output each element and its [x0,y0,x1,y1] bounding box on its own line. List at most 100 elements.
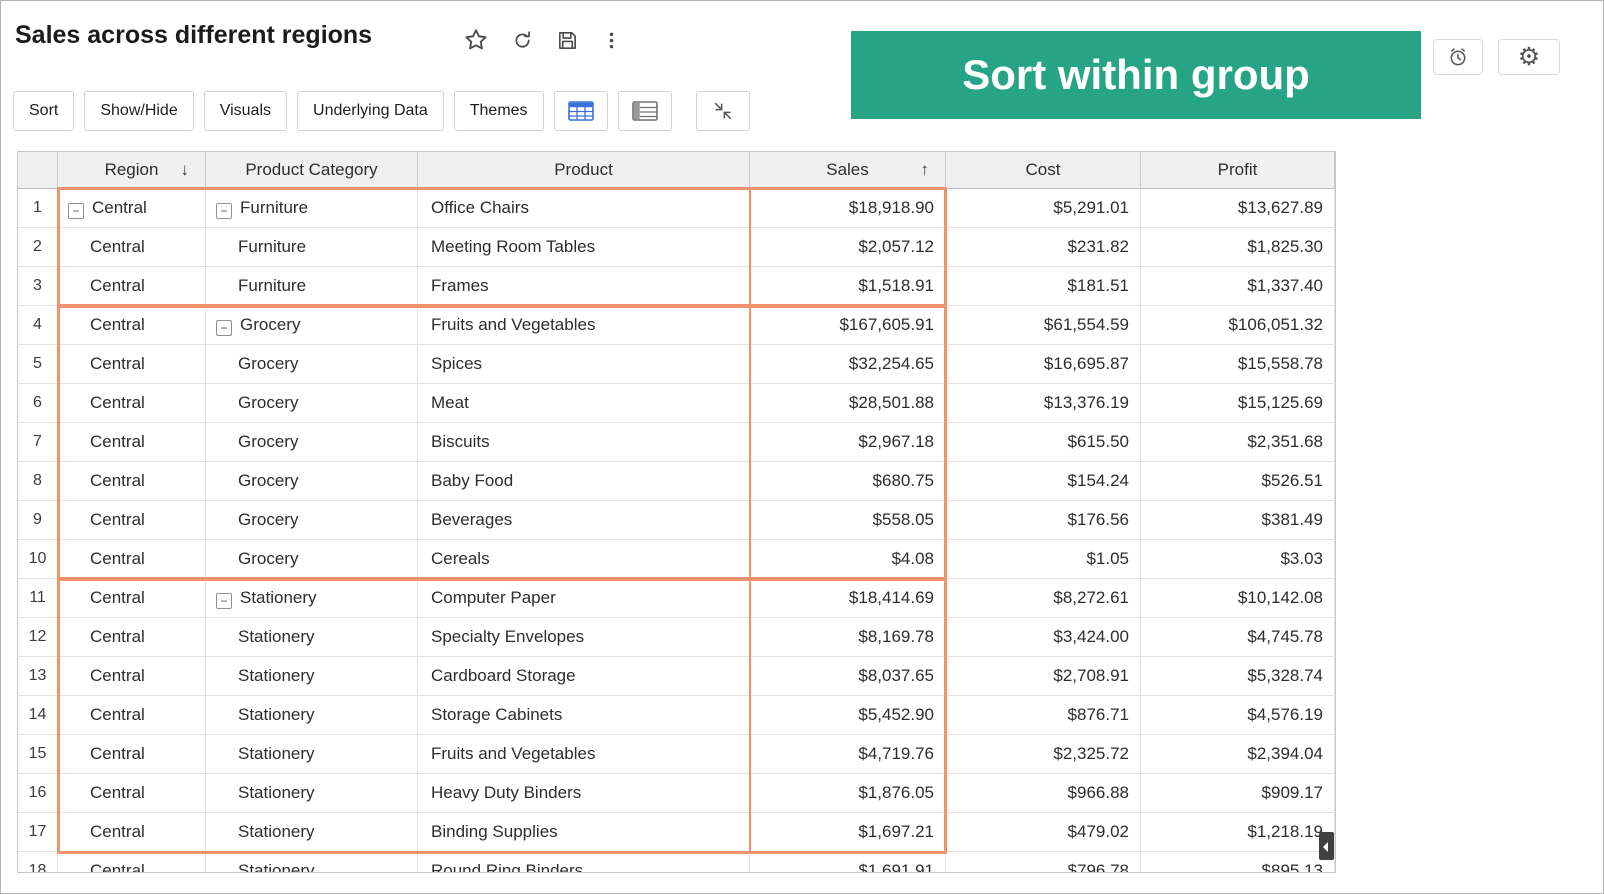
table-row: 2CentralFurnitureMeeting Room Tables$2,0… [18,228,1335,267]
cell-region-label: Central [90,861,145,873]
cell-category: −Stationery [206,579,418,618]
cell-sales: $1,691.91 [750,852,946,873]
cell-category-label: Grocery [238,354,298,373]
table-row: 16CentralStationeryHeavy Duty Binders$1,… [18,774,1335,813]
cell-category: −Grocery [206,306,418,345]
save-icon[interactable] [556,29,579,52]
visuals-button[interactable]: Visuals [204,91,287,131]
cell-cost: $231.82 [946,228,1141,267]
sort-within-group-banner: Sort within group [851,31,1421,119]
cell-region: Central [58,540,206,579]
table-row: 5CentralGrocerySpices$32,254.65$16,695.8… [18,345,1335,384]
column-header-product[interactable]: Product [418,152,750,189]
cell-region-label: Central [90,783,145,802]
column-header-product-category[interactable]: Product Category [206,152,418,189]
cell-region: Central [58,462,206,501]
title-actions [463,27,622,53]
cell-region-label: Central [90,549,145,568]
more-options-kebab-icon[interactable] [601,29,622,52]
cell-product: Baby Food [418,462,750,501]
row-number: 10 [18,540,58,579]
cell-sales: $8,037.65 [750,657,946,696]
collapse-icon[interactable]: − [68,203,84,219]
cell-region-label: Central [90,666,145,685]
cell-category-label: Furniture [240,198,308,217]
collapse-view-button[interactable] [696,91,750,131]
cell-profit: $1,218.19 [1141,813,1335,852]
row-number: 15 [18,735,58,774]
table-row: 18CentralStationeryRound Ring Binders$1,… [18,852,1335,873]
cell-product: Frames [418,267,750,306]
sort-button[interactable]: Sort [13,91,74,131]
cell-region: Central [58,579,206,618]
cell-category: Stationery [206,735,418,774]
refresh-icon[interactable] [511,29,534,52]
cell-category: Grocery [206,384,418,423]
cell-region: Central [58,384,206,423]
cell-profit: $895.13 [1141,852,1335,873]
cell-profit: $13,627.89 [1141,189,1335,228]
themes-button[interactable]: Themes [454,91,544,131]
cell-region-label: Central [90,588,145,607]
cell-category-label: Grocery [238,471,298,490]
table-row: 1−Central−FurnitureOffice Chairs$18,918.… [18,189,1335,228]
cell-profit: $106,051.32 [1141,306,1335,345]
cell-region: Central [58,735,206,774]
column-label-cost: Cost [1026,160,1061,179]
pivot-view-button[interactable] [618,91,672,131]
underlying-data-button[interactable]: Underlying Data [297,91,444,131]
cell-profit: $1,337.40 [1141,267,1335,306]
cell-category-label: Grocery [238,393,298,412]
table-view-button[interactable] [554,91,608,131]
show-hide-button[interactable]: Show/Hide [84,91,193,131]
cell-product: Binding Supplies [418,813,750,852]
cell-region: Central [58,306,206,345]
row-number: 11 [18,579,58,618]
table-row: 14CentralStationeryStorage Cabinets$5,45… [18,696,1335,735]
cell-region-label: Central [90,393,145,412]
row-number: 4 [18,306,58,345]
column-header-sales[interactable]: Sales ↑ [750,152,946,189]
cell-product: Meeting Room Tables [418,228,750,267]
table-row: 7CentralGroceryBiscuits$2,967.18$615.50$… [18,423,1335,462]
collapse-icon[interactable]: − [216,203,232,219]
cell-region: Central [58,774,206,813]
scrollbar-thumb[interactable] [1319,832,1334,860]
data-table: Region ↓ Product Category Product Sales … [18,152,1335,873]
cell-category: Grocery [206,501,418,540]
report-page: Sales across different regions Sort Show… [0,0,1604,894]
cell-sales: $18,414.69 [750,579,946,618]
row-number: 12 [18,618,58,657]
column-header-region[interactable]: Region ↓ [58,152,206,189]
collapse-icon[interactable]: − [216,593,232,609]
cell-product: Biscuits [418,423,750,462]
row-number: 6 [18,384,58,423]
column-header-profit[interactable]: Profit [1141,152,1335,189]
cell-product: Heavy Duty Binders [418,774,750,813]
cell-category: Stationery [206,852,418,873]
alarm-clock-icon [1447,46,1469,68]
cell-profit: $2,351.68 [1141,423,1335,462]
alerts-button[interactable] [1433,39,1483,75]
table-row: 10CentralGroceryCereals$4.08$1.05$3.03 [18,540,1335,579]
cell-cost: $2,708.91 [946,657,1141,696]
cell-region: Central [58,228,206,267]
favorite-star-icon[interactable] [463,27,489,53]
column-label-product-category: Product Category [245,160,377,179]
settings-button[interactable]: ⚙ [1498,39,1560,75]
collapse-icon[interactable]: − [216,320,232,336]
cell-cost: $966.88 [946,774,1141,813]
table-grid-icon [568,101,594,121]
column-label-region: Region [105,160,159,179]
pivot-table: Region ↓ Product Category Product Sales … [17,151,1336,873]
cell-category: Furniture [206,267,418,306]
cell-category-label: Grocery [238,549,298,568]
cell-region-label: Central [90,822,145,841]
column-header-cost[interactable]: Cost [946,152,1141,189]
row-number: 5 [18,345,58,384]
cell-profit: $5,328.74 [1141,657,1335,696]
cell-region: Central [58,345,206,384]
cell-cost: $176.56 [946,501,1141,540]
row-number: 16 [18,774,58,813]
cell-product: Cereals [418,540,750,579]
